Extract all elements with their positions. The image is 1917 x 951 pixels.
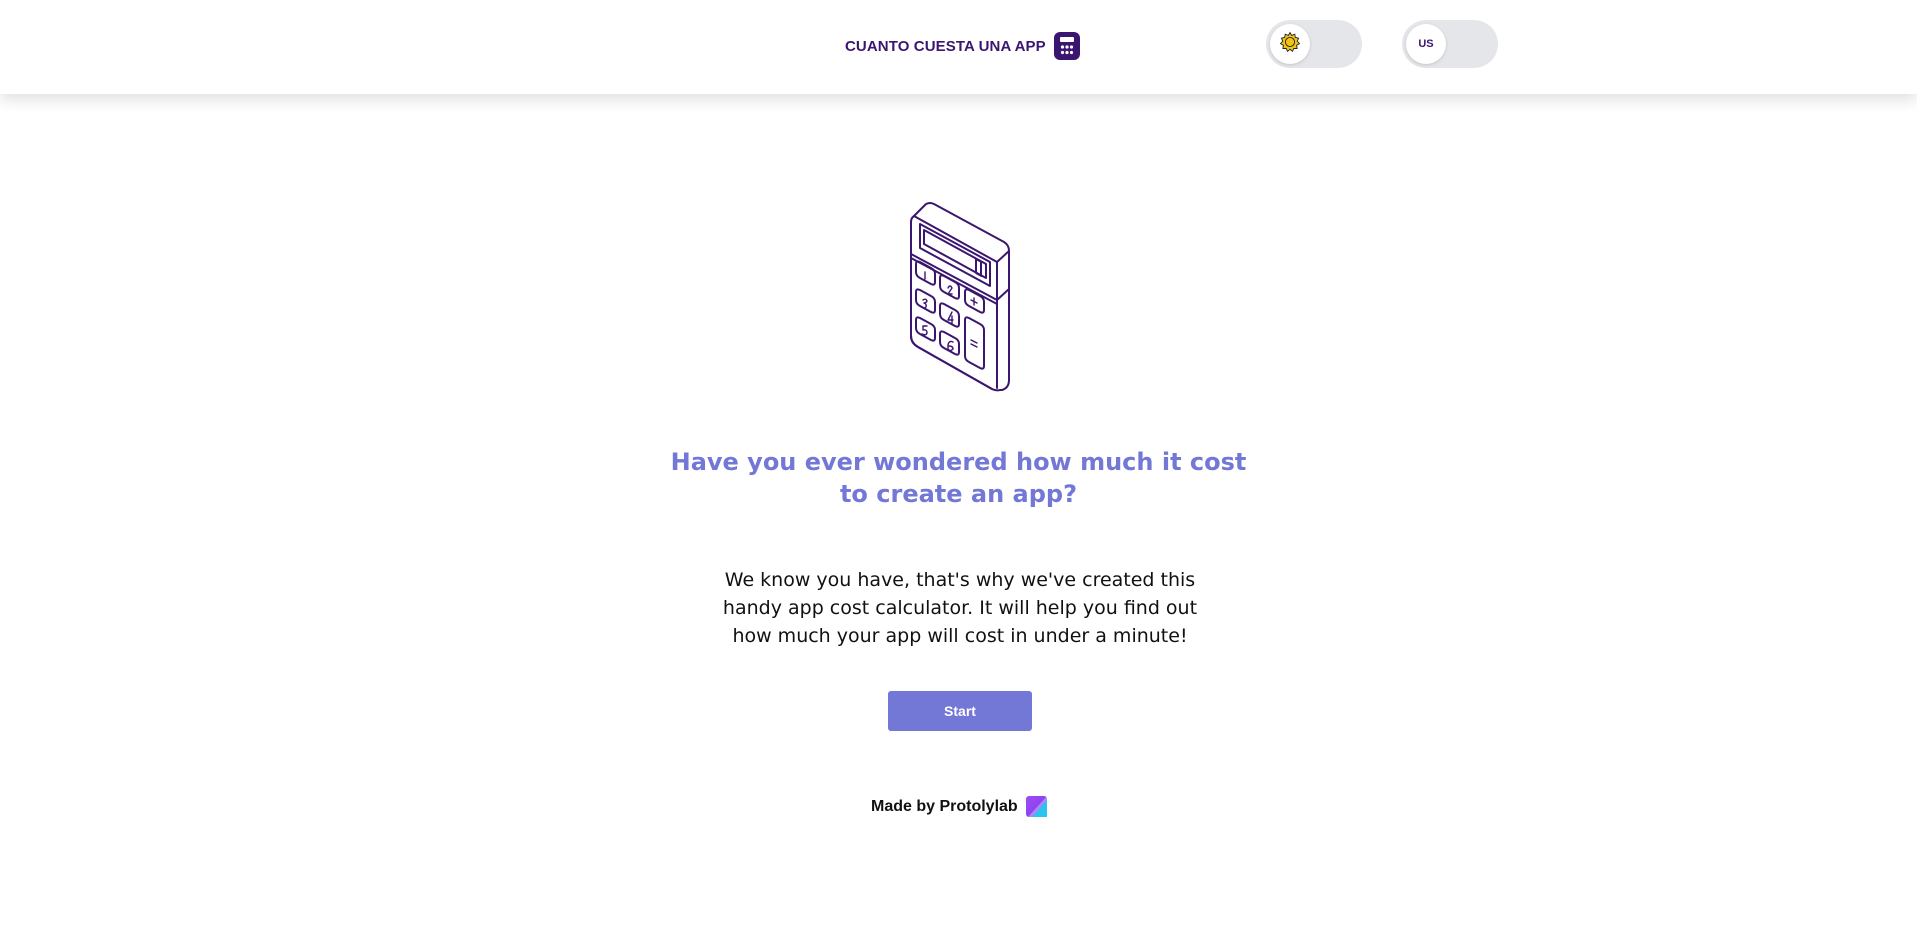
hero-title-line-1: Have you ever wondered how much it cost: [670, 448, 1247, 476]
protolylab-logo-icon[interactable]: [1025, 796, 1047, 817]
language-toggle[interactable]: US: [1402, 20, 1498, 68]
calculator-icon: [1053, 32, 1080, 60]
calculator-illustration: [908, 202, 1012, 396]
start-button[interactable]: Start: [888, 691, 1032, 731]
hero-title: Have you ever wondered how much it cost …: [0, 446, 1917, 510]
footer-credit: Made by Protolylab: [871, 796, 1047, 817]
brand-title: CUANTO CUESTA UNA APP: [845, 37, 1046, 55]
hero-description-line-2: handy app cost calculator. It will help …: [722, 597, 1198, 619]
theme-toggle[interactable]: [1266, 20, 1362, 68]
made-by-text: Made by Protolylab: [871, 797, 1018, 815]
hero-description-line-3: how much your app will cost in under a m…: [732, 625, 1188, 647]
hero-title-line-2: to create an app?: [839, 480, 1078, 508]
hero-description: We know you have, that's why we've creat…: [710, 566, 1210, 650]
language-label: US: [1418, 38, 1434, 50]
brand-link[interactable]: CUANTO CUESTA UNA APP: [845, 32, 1080, 60]
language-toggle-knob: US: [1406, 24, 1446, 64]
top-header: CUANTO CUESTA UNA APP US: [0, 0, 1917, 94]
theme-toggle-knob: [1270, 24, 1310, 64]
sun-icon: [1279, 31, 1301, 57]
hero-description-line-1: We know you have, that's why we've creat…: [724, 569, 1196, 591]
